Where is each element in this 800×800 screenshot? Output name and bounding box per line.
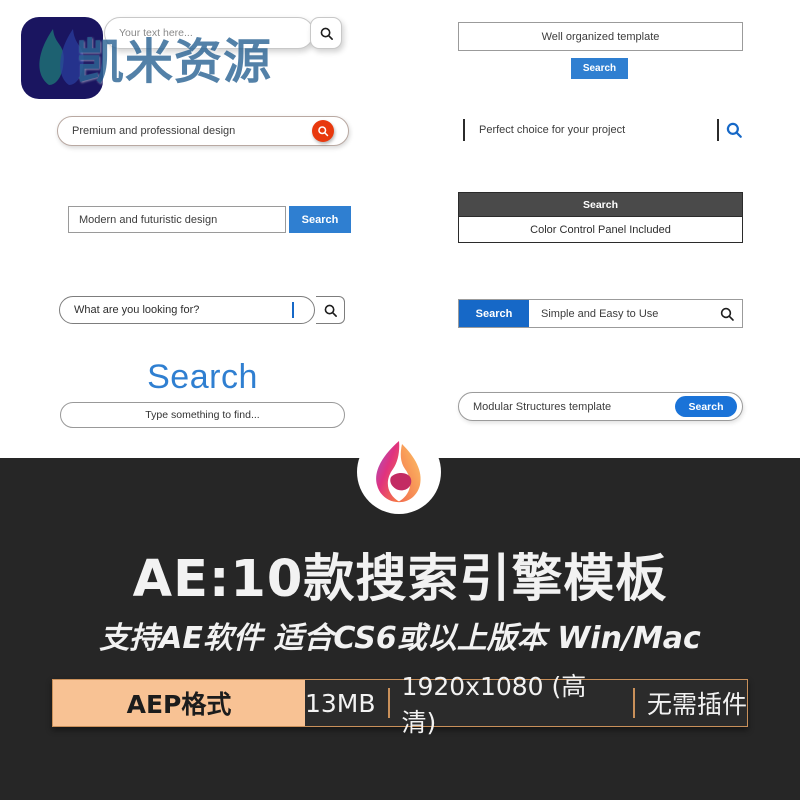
search-button-round-detached[interactable] <box>310 17 342 49</box>
search-input-value: Modular Structures template <box>473 400 612 413</box>
spec-size: 13MB <box>305 688 376 718</box>
cursor-divider <box>292 302 294 318</box>
search-button-blue-icon[interactable] <box>725 121 743 139</box>
search-button-red-circle[interactable] <box>312 120 334 142</box>
search-icon <box>726 122 742 138</box>
search-input-value: What are you looking for? <box>74 304 200 316</box>
search-icon <box>324 304 337 317</box>
search-input-placeholder: Type something to find... <box>145 409 260 421</box>
watermark-logo <box>21 17 103 99</box>
search-input-rounded-pill[interactable]: Your text here... <box>104 17 314 49</box>
search-input-what-are-you-looking-for[interactable]: What are you looking for? <box>59 296 315 324</box>
search-input-modular-structures[interactable]: Modular Structures template Search <box>458 392 743 421</box>
search-button-blue-left[interactable]: Search <box>459 300 529 327</box>
search-icon-button[interactable] <box>712 306 742 322</box>
search-input-premium[interactable]: Premium and professional design <box>57 116 349 146</box>
search-input-well-organized[interactable]: Well organized template <box>458 22 743 51</box>
search-input-perfect-choice[interactable]: Perfect choice for your project <box>463 116 743 144</box>
spec-plugin: 无需插件 <box>647 690 748 719</box>
search-input-value: Perfect choice for your project <box>479 124 626 136</box>
spec-badge-bar: AEP格式 13MB 1920x1080 (高清) 无需插件 <box>52 672 748 737</box>
search-input-value: Simple and Easy to Use <box>541 307 659 320</box>
search-input-value: Modern and futuristic design <box>79 213 218 226</box>
spec-details: 13MB 1920x1080 (高清) 无需插件 <box>305 672 748 737</box>
search-button-blue-below[interactable]: Search <box>571 58 628 79</box>
flame-circle-icon <box>376 441 421 503</box>
search-button-magnifier-attached[interactable] <box>316 296 345 324</box>
search-icon <box>720 307 734 321</box>
banner-subtitle: 支持AE软件 适合CS6或以上版本 Win/Mac <box>99 621 701 656</box>
search-heading: Search <box>147 358 258 396</box>
search-input-placeholder: Your text here... <box>119 27 193 39</box>
search-table-header: Search <box>459 193 742 216</box>
spec-separator <box>387 688 390 718</box>
search-input-value: Well organized template <box>541 30 660 43</box>
poster-root: Your text here... Premium and profession… <box>0 0 800 800</box>
search-icon <box>318 126 329 137</box>
spec-separator <box>633 688 635 718</box>
search-button-blue-square[interactable]: Search <box>289 206 351 233</box>
search-input-type-something[interactable]: Type something to find... <box>60 402 345 428</box>
spec-format: AEP格式 <box>53 680 305 726</box>
search-table-cell[interactable]: Color Control Panel Included <box>459 216 742 242</box>
left-rule-divider <box>463 119 465 141</box>
search-input-modern[interactable]: Modern and futuristic design <box>68 206 286 233</box>
spec-resolution: 1920x1080 (高清) <box>401 672 587 737</box>
banner-title: AE:10款搜索引擎模板 <box>132 550 668 609</box>
flame-logo-icon <box>39 29 84 85</box>
search-bar-showcase: Your text here... Premium and profession… <box>0 0 800 458</box>
brand-logo-circle <box>357 430 441 514</box>
search-icon <box>320 27 333 40</box>
search-input-simple-and-easy[interactable]: Search Simple and Easy to Use <box>458 299 743 328</box>
search-table-widget: Search Color Control Panel Included <box>458 192 743 243</box>
search-button-blue-pill[interactable]: Search <box>675 396 737 417</box>
search-input-value: Premium and professional design <box>72 125 236 137</box>
right-rule-divider <box>717 119 719 141</box>
